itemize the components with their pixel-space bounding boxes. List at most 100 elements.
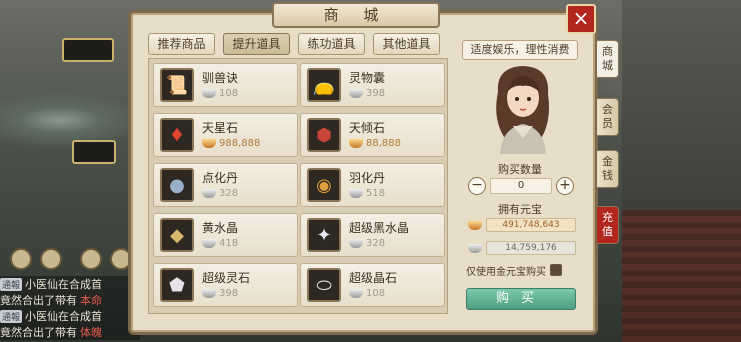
item-card[interactable]: ⬭ 超级晶石 108 [300, 263, 445, 307]
price-value: 398 [366, 88, 386, 99]
minus-button[interactable]: − [468, 177, 486, 195]
gold-amount: 491,748,643 [486, 218, 576, 232]
item-name: 点化丹 [202, 171, 239, 185]
shopkeeper-portrait [496, 66, 549, 154]
side-tab-recharge[interactable]: 充值 [597, 206, 619, 244]
price-value: 398 [219, 288, 239, 299]
item-name: 天倾石 [349, 121, 386, 135]
silver-ingot-icon [202, 239, 216, 248]
item-price: 328 [349, 238, 385, 249]
left-hud: 通報 小医仙在合成首 竟然合出了带有 本命 通報 小医仙在合成首 竟然合出了带有… [0, 0, 140, 342]
silver-ingot-icon [349, 289, 363, 298]
gold-balance: 491,748,643 [468, 217, 576, 233]
item-price: 108 [349, 288, 385, 299]
tab-other-items[interactable]: 其他道具 [373, 33, 440, 55]
item-price: 988,888 [202, 138, 260, 149]
side-tab-shop[interactable]: 商城 [597, 40, 619, 78]
plus-button[interactable]: + [556, 177, 574, 195]
hud-banner [62, 38, 114, 62]
category-tabs: 推荐商品 提升道具 练功道具 其他道具 [148, 33, 440, 55]
chat-highlight: 体魄 [80, 326, 102, 339]
slogan-banner: 适度娱乐，理性消费 [462, 40, 578, 60]
item-card[interactable]: 👝 灵物囊 398 [300, 63, 445, 107]
hud-button[interactable] [80, 248, 102, 270]
quantity-field[interactable]: 0 [490, 178, 552, 194]
item-card[interactable]: ◆ 黄水晶 418 [153, 213, 298, 257]
close-button[interactable]: × [566, 4, 596, 34]
silver-ingot-icon [349, 189, 363, 198]
chat-line[interactable]: 通報 小医仙在合成首 [0, 308, 140, 324]
golden-pill-icon: ◉ [307, 168, 341, 202]
buy-button[interactable]: 购买 [466, 288, 576, 310]
side-tab-membership[interactable]: 会员 [597, 98, 619, 136]
item-card[interactable]: 📜 驯兽诀 108 [153, 63, 298, 107]
gold-ingot-icon [349, 139, 363, 148]
pill-icon: ● [160, 168, 194, 202]
chat-line[interactable]: 竟然合出了带有 体魄 [0, 324, 140, 340]
chat-line[interactable]: 通報 小医仙在合成首 [0, 276, 140, 292]
item-name: 超级灵石 [202, 271, 251, 285]
silver-ingot-icon [202, 289, 216, 298]
item-name: 天星石 [202, 121, 239, 135]
silver-amount: 14,759,176 [486, 241, 576, 255]
item-card[interactable]: ● 点化丹 328 [153, 163, 298, 207]
spirit-stone-icon: ⬟ [160, 268, 194, 302]
chat-tag: 通報 [0, 309, 23, 323]
tab-recommended[interactable]: 推荐商品 [148, 33, 215, 55]
gold-ingot-icon [202, 139, 216, 148]
hud-button[interactable] [10, 248, 32, 270]
chat-line[interactable]: 竟然合出了带有 本命 [0, 292, 140, 308]
yellow-crystal-icon: ◆ [160, 218, 194, 252]
item-name: 驯兽诀 [202, 71, 239, 85]
silver-ingot-icon [468, 243, 482, 253]
black-crystal-icon: ✦ [307, 218, 341, 252]
chat-text: 竟然合出了带有 [0, 326, 77, 339]
hud-button[interactable] [40, 248, 62, 270]
dark-stone-icon: ⬢ [307, 118, 341, 152]
price-value: 418 [219, 238, 239, 249]
item-card[interactable]: ♦ 天星石 988,888 [153, 113, 298, 157]
side-tab-money[interactable]: 金钱 [597, 150, 619, 188]
crystal-stone-icon: ⬭ [307, 268, 341, 302]
window-title: 商 城 [272, 2, 440, 28]
silver-ingot-icon [202, 189, 216, 198]
gold-ingot-icon [468, 220, 482, 230]
item-name: 超级晶石 [349, 271, 398, 285]
price-value: 328 [366, 238, 386, 249]
tab-upgrade-items[interactable]: 提升道具 [223, 33, 290, 55]
price-value: 988,888 [219, 138, 261, 149]
item-price: 398 [202, 288, 238, 299]
item-name: 超级黑水晶 [349, 221, 410, 235]
item-price: 88,888 [349, 138, 401, 149]
quantity-stepper: − 0 + [468, 176, 576, 196]
silver-balance: 14,759,176 [468, 240, 576, 256]
item-name: 羽化丹 [349, 171, 386, 185]
scene-roof [622, 210, 741, 342]
price-value: 518 [366, 188, 386, 199]
item-card[interactable]: ✦ 超级黑水晶 328 [300, 213, 445, 257]
gold-only-option[interactable]: 仅使用金元宝购买 [466, 262, 576, 278]
owned-currency-label: 拥有元宝 [498, 203, 542, 216]
price-value: 328 [219, 188, 239, 199]
item-name: 黄水晶 [202, 221, 239, 235]
item-price: 518 [349, 188, 385, 199]
item-card[interactable]: ⬟ 超级灵石 398 [153, 263, 298, 307]
item-list[interactable]: 📜 驯兽诀 108 👝 灵物囊 398 ♦ 天星石 988,888 ⬢ 天倾石 … [148, 58, 448, 314]
item-card[interactable]: ◉ 羽化丹 518 [300, 163, 445, 207]
gold-only-checkbox[interactable] [550, 264, 562, 276]
gold-only-label: 仅使用金元宝购买 [466, 266, 546, 278]
hud-banner-2 [72, 140, 116, 164]
chat-text: 竟然合出了带有 [0, 294, 77, 307]
silver-ingot-icon [349, 239, 363, 248]
tab-training-items[interactable]: 练功道具 [298, 33, 365, 55]
chat-highlight: 本命 [80, 294, 102, 307]
pouch-icon: 👝 [307, 68, 341, 102]
scroll-icon: 📜 [160, 68, 194, 102]
item-card[interactable]: ⬢ 天倾石 88,888 [300, 113, 445, 157]
item-price: 108 [202, 88, 238, 99]
item-price: 328 [202, 188, 238, 199]
price-value: 88,888 [366, 138, 401, 149]
chat-text: 小医仙在合成首 [25, 278, 103, 291]
silver-ingot-icon [349, 89, 363, 98]
price-value: 108 [366, 288, 386, 299]
